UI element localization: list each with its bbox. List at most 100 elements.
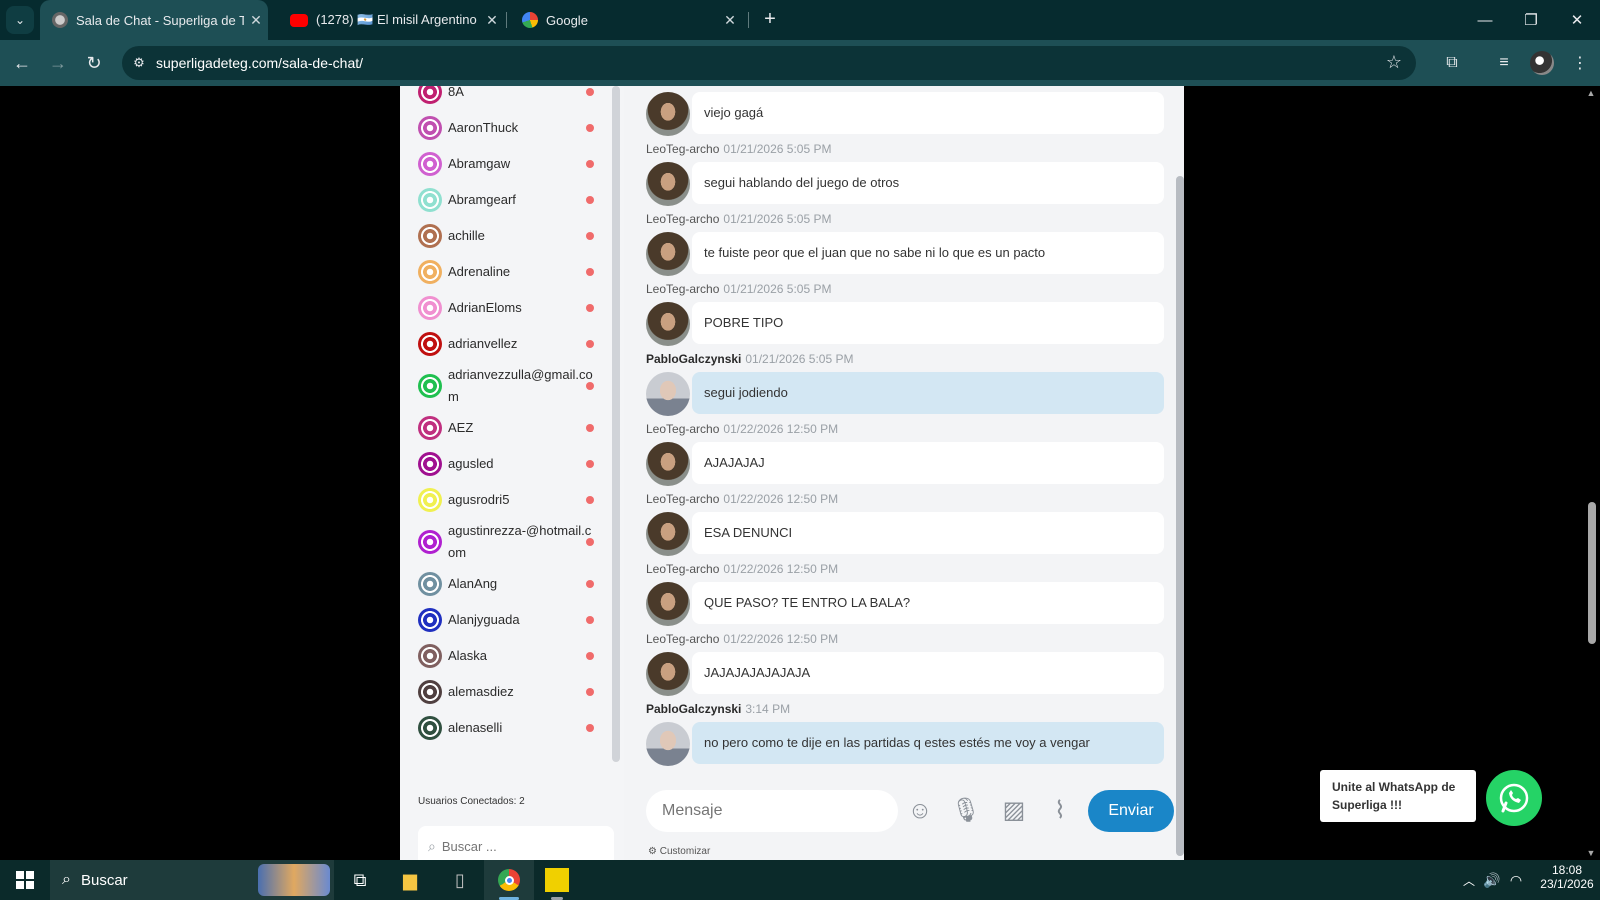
site-settings-icon[interactable]: ⚙ <box>122 55 156 71</box>
close-tab-icon[interactable]: ✕ <box>480 12 504 29</box>
user-avatar <box>418 296 442 320</box>
message-body: segui hablando del juego de otros <box>646 162 1164 206</box>
message-author[interactable]: LeoTeg-archo <box>646 632 719 646</box>
file-explorer-icon[interactable]: ▆ <box>394 860 426 900</box>
address-bar[interactable]: ⚙ superligadeteg.com/sala-de-chat/ ☆ <box>122 46 1416 80</box>
image-icon[interactable]: ▨ <box>998 795 1030 827</box>
message-author[interactable]: LeoTeg-archo <box>646 142 719 156</box>
message-author[interactable]: LeoTeg-archo <box>646 492 719 506</box>
page-scrollbar[interactable] <box>1582 86 1600 860</box>
taskbar-clock[interactable]: 18:08 23/1/2026 <box>1534 863 1600 891</box>
user-list-item[interactable]: Abramgearf <box>410 182 610 218</box>
message-avatar[interactable] <box>646 582 690 626</box>
media-controls-icon[interactable]: ≡ <box>1492 51 1516 75</box>
message-timestamp: 01/21/2026 5:05 PM <box>723 282 832 296</box>
bookmark-star-icon[interactable]: ☆ <box>1386 52 1402 73</box>
user-search-box[interactable]: ⌕ <box>418 826 614 860</box>
send-button[interactable]: Enviar <box>1088 790 1174 832</box>
message-author[interactable]: LeoTeg-archo <box>646 562 719 576</box>
attachment-icon[interactable]: ⌇ <box>1044 795 1076 827</box>
user-list-item[interactable]: AEZ <box>410 410 610 446</box>
chrome-icon <box>498 869 520 891</box>
user-avatar <box>418 644 442 668</box>
chevron-up-icon[interactable]: ︿ <box>1460 860 1478 900</box>
tab-google[interactable]: Google ✕ <box>510 0 742 40</box>
user-list-item[interactable]: 8A <box>410 86 610 110</box>
scroll-down-icon[interactable]: ▼ <box>1584 848 1598 858</box>
message-author[interactable]: LeoTeg-archo <box>646 282 719 296</box>
user-list-item[interactable]: AlanAng <box>410 566 610 602</box>
windows-start-icon[interactable] <box>10 860 40 900</box>
battery-app-icon[interactable]: ▯ <box>444 860 476 900</box>
user-name: agusrodri5 <box>448 492 510 507</box>
user-list-item[interactable]: alemasdiez <box>410 674 610 710</box>
page-scroll-thumb[interactable] <box>1588 502 1596 644</box>
chrome-taskbar-icon[interactable] <box>484 860 534 900</box>
message-input[interactable] <box>646 790 898 832</box>
user-list-item[interactable]: adrianvellez <box>410 326 610 362</box>
scroll-up-icon[interactable]: ▲ <box>1584 88 1598 98</box>
message-header: LeoTeg-archo <box>646 86 1164 88</box>
message-header: LeoTeg-archo 01/22/2026 12:50 PM <box>646 420 1164 438</box>
message-avatar[interactable] <box>646 372 690 416</box>
user-list-item[interactable]: adrianvezzulla@gmail.com <box>410 362 610 410</box>
close-window-button[interactable]: ✕ <box>1554 0 1600 40</box>
restore-button[interactable]: ❐ <box>1508 0 1554 40</box>
reload-button[interactable]: ↻ <box>80 49 108 77</box>
status-dot <box>586 538 594 546</box>
microphone-icon[interactable]: 🎙 <box>950 795 982 827</box>
message-author[interactable]: PabloGalczynski <box>646 352 741 366</box>
message-avatar[interactable] <box>646 162 690 206</box>
message-avatar[interactable] <box>646 92 690 136</box>
user-name: Adrenaline <box>448 264 511 279</box>
close-tab-icon[interactable]: ✕ <box>244 12 268 29</box>
user-list-item[interactable]: AaronThuck <box>410 110 610 146</box>
tab-youtube[interactable]: (1278) 🇦🇷 El misil Argentino que ✕ <box>278 0 504 40</box>
task-view-icon[interactable]: ⧉ <box>344 860 376 900</box>
message-header: PabloGalczynski 3:14 PM <box>646 700 1164 718</box>
whatsapp-button[interactable] <box>1486 770 1542 826</box>
menu-kebab-icon[interactable]: ⋮ <box>1568 51 1592 75</box>
users-scrollbar[interactable] <box>612 86 620 762</box>
user-list-item[interactable]: alenaselli <box>410 710 610 746</box>
taskbar-search[interactable]: ⌕ Buscar <box>50 860 334 900</box>
message-avatar[interactable] <box>646 722 690 766</box>
chat-message: LeoTeg-archo 01/22/2026 12:50 PM QUE PASO?… <box>646 560 1164 626</box>
tab-search-button[interactable]: ⌄ <box>6 6 34 34</box>
profile-avatar[interactable] <box>1530 51 1554 75</box>
emoji-icon[interactable]: ☺ <box>904 795 936 827</box>
message-avatar[interactable] <box>646 302 690 346</box>
user-list-item[interactable]: agustinrezza-@hotmail.com <box>410 518 610 566</box>
message-avatar[interactable] <box>646 442 690 486</box>
user-list-item[interactable]: Alanjyguada <box>410 602 610 638</box>
tab-separator <box>506 12 507 28</box>
message-timestamp: 01/21/2026 5:05 PM <box>745 352 854 366</box>
user-list-item[interactable]: agusled <box>410 446 610 482</box>
message-avatar[interactable] <box>646 512 690 556</box>
message-author[interactable]: LeoTeg-archo <box>646 212 719 226</box>
user-list-item[interactable]: AdrianEloms <box>410 290 610 326</box>
wifi-icon[interactable]: ◠ <box>1506 860 1526 900</box>
new-tab-button[interactable]: + <box>758 8 782 32</box>
user-list-item[interactable]: achille <box>410 218 610 254</box>
user-name: alemasdiez <box>448 684 514 699</box>
user-list-item[interactable]: Adrenaline <box>410 254 610 290</box>
tab-chat[interactable]: Sala de Chat - Superliga de Teg ✕ <box>40 0 268 40</box>
user-list-item[interactable]: agusrodri5 <box>410 482 610 518</box>
chat-scrollbar[interactable] <box>1176 176 1184 856</box>
user-list-item[interactable]: Alaska <box>410 638 610 674</box>
customize-link[interactable]: ⚙ Customizar <box>648 846 710 857</box>
forward-button[interactable]: → <box>44 49 72 77</box>
message-author[interactable]: LeoTeg-archo <box>646 422 719 436</box>
volume-icon[interactable]: 🔊 <box>1482 860 1502 900</box>
back-button[interactable]: ← <box>8 49 36 77</box>
message-avatar[interactable] <box>646 232 690 276</box>
user-search-input[interactable] <box>441 838 592 854</box>
message-author[interactable]: PabloGalczynski <box>646 702 741 716</box>
extensions-icon[interactable]: ⧉ <box>1440 51 1464 75</box>
minimize-button[interactable]: — <box>1462 0 1508 40</box>
teg-app-icon[interactable] <box>544 860 570 900</box>
user-list-item[interactable]: Abramgaw <box>410 146 610 182</box>
message-avatar[interactable] <box>646 652 690 696</box>
close-tab-icon[interactable]: ✕ <box>718 12 742 29</box>
